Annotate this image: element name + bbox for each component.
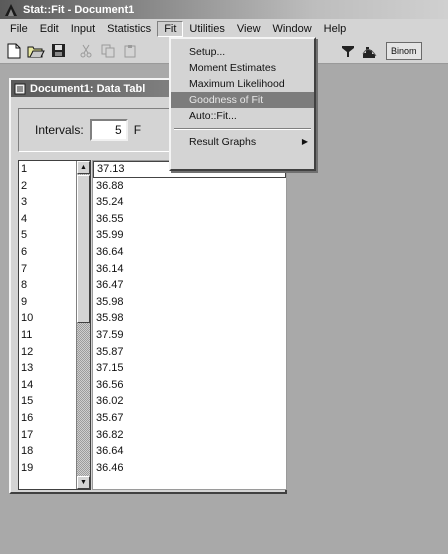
app-title: Stat::Fit - Document1 [23,3,135,16]
binom-button[interactable]: Binom [386,41,422,60]
data-values-column: 37.13 36.88 35.24 36.55 35.99 36.64 36.1… [92,160,287,490]
intervals-label: Intervals: [35,123,84,137]
menu-bar: File Edit Input Statistics Fit Utilities… [0,19,448,38]
new-document-icon [7,43,21,58]
copy-icon [101,44,115,57]
fit-dropdown-menu: Setup... Moment Estimates Maximum Likeli… [169,37,316,171]
menu-help[interactable]: Help [318,22,353,36]
data-cell[interactable]: 35.98 [93,294,286,311]
data-cell[interactable]: 36.82 [93,427,286,444]
data-cell[interactable]: 37.59 [93,327,286,344]
scroll-thumb[interactable] [77,175,90,323]
document-icon [14,83,26,94]
menu-item-maximum-likelihood[interactable]: Maximum Likelihood [171,76,314,92]
scissors-icon [80,44,92,57]
data-cell[interactable]: 37.15 [93,360,286,377]
menu-item-result-graphs-label: Result Graphs [189,136,257,148]
new-document-button[interactable] [4,41,24,61]
menu-item-moment-estimates[interactable]: Moment Estimates [171,60,314,76]
menu-file[interactable]: File [4,22,34,36]
funnel-icon [342,45,354,57]
copy-button[interactable] [98,41,118,61]
data-cell[interactable]: 36.88 [93,178,286,195]
row-index-column: 1 2 3 4 5 6 7 8 9 10 11 12 13 14 15 16 1… [18,160,91,490]
submenu-arrow-icon: ▶ [301,137,308,146]
data-cell[interactable]: 35.24 [93,194,286,211]
menu-input[interactable]: Input [65,22,101,36]
menu-item-result-graphs[interactable]: Result Graphs ▶ [171,134,314,150]
menu-item-auto-fit[interactable]: Auto::Fit... [171,108,314,124]
menu-fit[interactable]: Fit [157,20,184,37]
app-logo-icon [5,3,17,16]
menu-utilities[interactable]: Utilities [183,22,230,36]
menu-view[interactable]: View [231,22,267,36]
data-cell[interactable]: 35.87 [93,344,286,361]
partial-label: F [133,123,142,137]
menu-edit[interactable]: Edit [34,22,65,36]
menu-item-goodness-of-fit[interactable]: Goodness of Fit [171,92,314,108]
menu-separator [174,128,311,130]
histogram-icon [362,46,377,58]
data-cell[interactable]: 36.02 [93,393,286,410]
data-cell[interactable]: 36.64 [93,244,286,261]
histogram-button[interactable] [360,41,380,61]
data-cell[interactable]: 36.14 [93,261,286,278]
data-cell[interactable]: 35.67 [93,410,286,427]
open-folder-icon [27,46,45,57]
menu-statistics[interactable]: Statistics [101,22,157,36]
data-cell[interactable]: 36.55 [93,211,286,228]
filter-button[interactable] [338,41,358,61]
paste-icon [124,44,136,57]
data-cell[interactable]: 36.56 [93,377,286,394]
data-cell[interactable]: 36.47 [93,277,286,294]
data-cell[interactable]: 35.98 [93,310,286,327]
scroll-down-arrow-icon[interactable]: ▼ [77,476,90,489]
save-button[interactable] [48,41,68,61]
cut-button[interactable] [76,41,96,61]
save-disk-icon [51,44,65,57]
data-cell[interactable]: 36.64 [93,443,286,460]
vertical-scrollbar[interactable]: ▲ ▼ [76,161,90,489]
paste-button[interactable] [120,41,140,61]
menu-window[interactable]: Window [267,22,318,36]
menu-item-setup[interactable]: Setup... [171,44,314,60]
scroll-up-arrow-icon[interactable]: ▲ [77,161,90,174]
open-file-button[interactable] [26,41,46,61]
document-title: Document1: Data Tabl [30,82,146,95]
intervals-input[interactable]: 5 [89,119,128,141]
data-cell[interactable]: 36.46 [93,460,286,477]
app-title-bar: Stat::Fit - Document1 [0,0,448,19]
data-cell[interactable]: 35.99 [93,227,286,244]
